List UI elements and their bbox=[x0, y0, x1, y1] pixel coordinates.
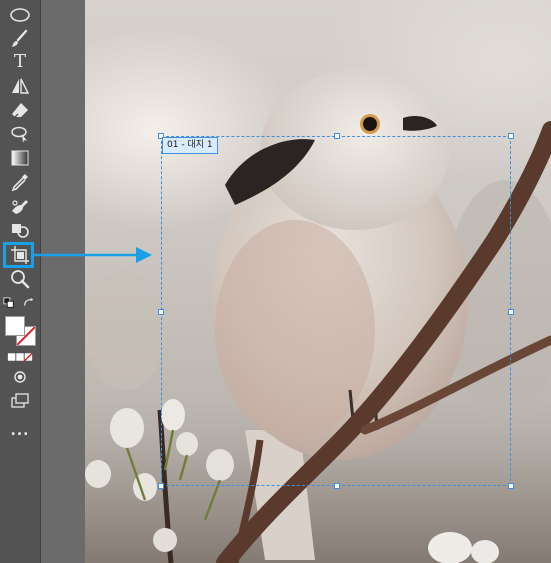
document-canvas[interactable]: 01 - 대지 1 bbox=[85, 0, 551, 563]
handle-top-center[interactable] bbox=[334, 133, 340, 139]
handle-top-right[interactable] bbox=[508, 133, 514, 139]
handle-middle-left[interactable] bbox=[158, 309, 164, 315]
handle-bottom-left[interactable] bbox=[158, 483, 164, 489]
change-screen-mode-icon[interactable] bbox=[6, 390, 34, 412]
handle-middle-right[interactable] bbox=[508, 309, 514, 315]
default-colors-icon[interactable] bbox=[2, 292, 16, 314]
panel-gutter bbox=[41, 0, 85, 563]
tool-highlight bbox=[3, 242, 34, 268]
zoom-icon[interactable] bbox=[6, 268, 34, 290]
swap-colors-icon[interactable] bbox=[22, 292, 36, 314]
gradient-icon[interactable] bbox=[6, 147, 34, 169]
handle-bottom-center[interactable] bbox=[334, 483, 340, 489]
screen-mode-icon[interactable] bbox=[6, 366, 34, 388]
eraser-icon[interactable] bbox=[6, 99, 34, 121]
lasso-icon[interactable] bbox=[6, 123, 34, 145]
artboard-bounds[interactable] bbox=[158, 133, 514, 489]
eyedropper-icon[interactable] bbox=[6, 171, 34, 193]
artboard-label[interactable]: 01 - 대지 1 bbox=[162, 137, 218, 154]
clone-stamp-icon[interactable] bbox=[6, 219, 34, 241]
type-icon[interactable]: T bbox=[6, 51, 34, 73]
tools-panel: T ... bbox=[0, 0, 41, 563]
callout-arrow-icon bbox=[34, 247, 152, 263]
more-tools-icon[interactable]: ... bbox=[6, 420, 34, 442]
foreground-color-swatch[interactable] bbox=[5, 316, 25, 336]
spot-healing-icon[interactable] bbox=[6, 195, 34, 217]
brush-icon[interactable] bbox=[6, 28, 34, 50]
quick-mask-icon[interactable] bbox=[6, 346, 34, 368]
ellipse-marquee-icon[interactable] bbox=[6, 4, 34, 26]
handle-bottom-right[interactable] bbox=[508, 483, 514, 489]
flip-icon[interactable] bbox=[6, 75, 34, 97]
